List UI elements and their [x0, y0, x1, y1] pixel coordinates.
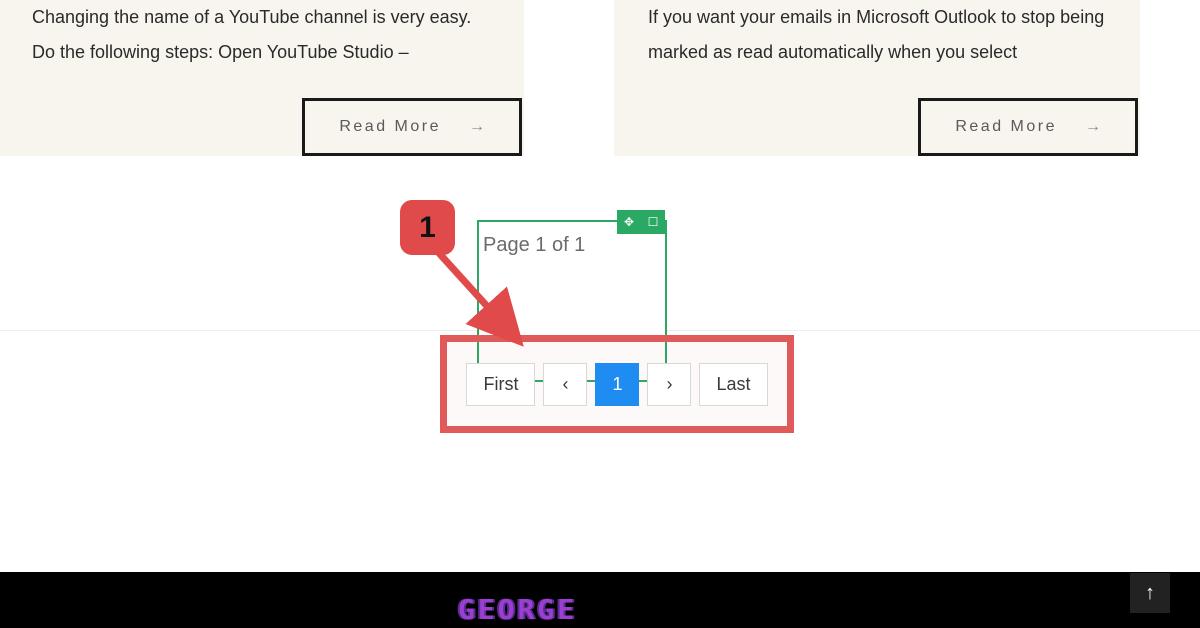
article-card: If you want your emails in Microsoft Out… — [614, 0, 1140, 156]
pagination: First ‹ 1 › Last — [466, 363, 767, 406]
annotation-number: 1 — [419, 211, 436, 245]
pagination-prev-button[interactable]: ‹ — [543, 363, 587, 406]
frame-icon[interactable]: ☐ — [641, 210, 665, 234]
footer-brand-logo: GEORGE — [458, 593, 577, 626]
move-icon[interactable]: ✥ — [617, 210, 641, 234]
read-more-button[interactable]: Read More → — [918, 98, 1138, 156]
pagination-current-page[interactable]: 1 — [595, 363, 639, 406]
article-excerpt: If you want your emails in Microsoft Out… — [648, 0, 1106, 70]
article-card: Changing the name of a YouTube channel i… — [0, 0, 524, 156]
article-excerpt: Changing the name of a YouTube channel i… — [32, 0, 490, 70]
footer: GEORGE — [0, 572, 1200, 628]
pagination-first-button[interactable]: First — [466, 363, 535, 406]
read-more-label: Read More — [339, 118, 441, 136]
arrow-up-icon: ↑ — [1145, 582, 1155, 605]
scroll-to-top-button[interactable]: ↑ — [1130, 573, 1170, 613]
read-more-label: Read More — [955, 118, 1057, 136]
pagination-last-button[interactable]: Last — [699, 363, 767, 406]
annotation-arrow-icon — [423, 242, 533, 352]
pagination-next-button[interactable]: › — [647, 363, 691, 406]
read-more-button[interactable]: Read More → — [302, 98, 522, 156]
article-cards-row: Changing the name of a YouTube channel i… — [0, 0, 1200, 156]
arrow-right-icon: → — [1085, 118, 1101, 136]
annotation-area: 1 ✥ ☐ Page 1 of 1 First ‹ 1 › Last — [0, 200, 1200, 480]
annotation-badge: 1 — [400, 200, 455, 255]
arrow-right-icon: → — [469, 118, 485, 136]
editor-panel-toolbar: ✥ ☐ — [617, 210, 665, 234]
